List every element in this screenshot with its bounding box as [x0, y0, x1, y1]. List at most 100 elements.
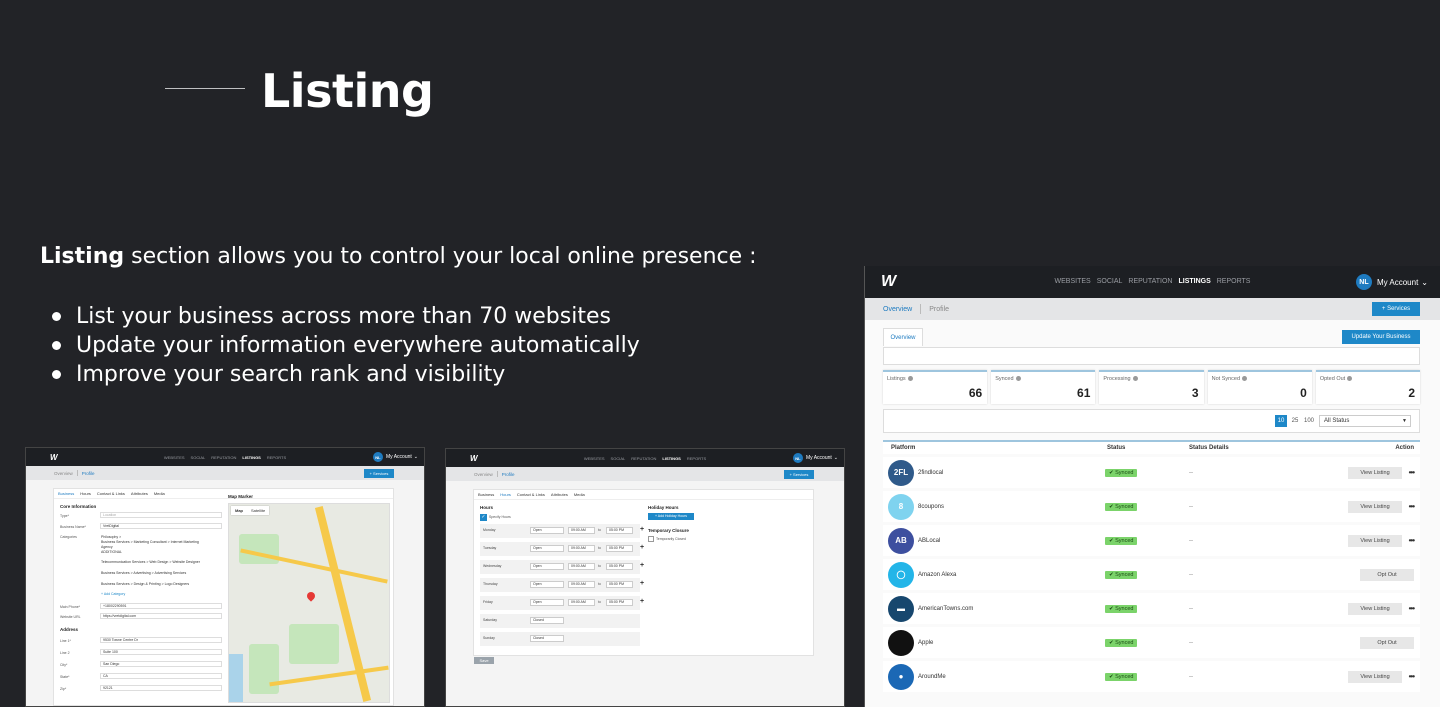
more-options-icon[interactable]: ••• — [1409, 468, 1415, 477]
update-business-button[interactable]: Update Your Business — [1342, 330, 1420, 344]
main-phone-input[interactable]: +18002290591 — [100, 603, 222, 609]
open-time-input[interactable]: 09:00 AM — [568, 527, 595, 534]
subnav-overview[interactable]: Overview — [54, 471, 73, 476]
add-hours-icon[interactable]: + — [640, 544, 644, 551]
tab-business[interactable]: Business — [478, 492, 494, 497]
close-time-input[interactable]: 05:00 PM — [606, 527, 633, 534]
opt-out-button[interactable]: Opt Out — [1360, 568, 1414, 581]
tab-media[interactable]: Media — [154, 491, 165, 496]
open-time-input[interactable]: 09:00 AM — [568, 563, 595, 570]
add-hours-icon[interactable]: + — [640, 580, 644, 587]
subnav-profile[interactable]: Profile — [502, 472, 515, 477]
account-menu[interactable]: NL My Account ⌄ — [1355, 274, 1428, 290]
view-listing-button[interactable]: View Listing — [1348, 534, 1402, 547]
more-options-icon[interactable]: ••• — [1409, 604, 1415, 613]
nav-social[interactable]: SOCIAL — [611, 456, 626, 461]
tab-business[interactable]: Business — [58, 491, 74, 496]
view-listing-button[interactable]: View Listing — [1348, 670, 1402, 683]
business-name-input[interactable]: VretDigital — [100, 523, 222, 529]
nav-websites[interactable]: WEBSITES — [584, 456, 605, 461]
map-view[interactable]: Map Satellite — [228, 503, 390, 703]
map-pin-icon[interactable] — [305, 590, 317, 602]
view-listing-button[interactable]: View Listing — [1348, 466, 1402, 479]
add-hours-icon[interactable]: + — [640, 526, 644, 533]
status-filter-select[interactable]: All Status ▼ — [1319, 415, 1411, 427]
tab-attributes[interactable]: Attributes — [131, 491, 148, 496]
account-menu[interactable]: NL My Account ⌄ — [792, 453, 838, 463]
city-input[interactable]: San Diego — [100, 661, 222, 667]
subnav-overview[interactable]: Overview — [883, 306, 912, 313]
save-button[interactable]: Save — [474, 657, 494, 664]
nav-social[interactable]: SOCIAL — [1097, 278, 1123, 285]
day-state-select[interactable]: Open — [530, 545, 564, 552]
nav-listings[interactable]: LISTINGS — [662, 456, 680, 461]
tab-hours[interactable]: Hours — [80, 491, 91, 496]
more-options-icon[interactable]: ••• — [1409, 502, 1415, 511]
nav-reputation[interactable]: REPUTATION — [1128, 278, 1172, 285]
more-options-icon[interactable]: ••• — [1409, 536, 1415, 545]
day-state-select[interactable]: Closed — [530, 617, 564, 624]
nav-reports[interactable]: REPORTS — [267, 455, 286, 460]
services-button[interactable]: + Services — [364, 468, 394, 478]
nav-reputation[interactable]: REPUTATION — [631, 456, 656, 461]
view-listing-button[interactable]: View Listing — [1348, 602, 1402, 615]
subnav-profile[interactable]: Profile — [82, 471, 95, 476]
satellite-tab[interactable]: Satellite — [247, 506, 269, 515]
add-holiday-button[interactable]: + Add Holiday Hours — [648, 513, 694, 520]
opt-out-button[interactable]: Opt Out — [1360, 636, 1414, 649]
tab-contact-links[interactable]: Contact & Links — [97, 491, 125, 496]
subnav-profile[interactable]: Profile — [929, 306, 949, 313]
day-state-select[interactable]: Open — [530, 527, 564, 534]
nav-reports[interactable]: REPORTS — [1217, 278, 1251, 285]
listings-table: Platform Status Status Details Action 2F… — [883, 440, 1420, 692]
nav-social[interactable]: SOCIAL — [191, 455, 206, 460]
account-menu[interactable]: NL My Account ⌄ — [372, 452, 418, 462]
day-state-select[interactable]: Open — [530, 563, 564, 570]
open-time-input[interactable]: 09:00 AM — [568, 581, 595, 588]
nav-listings[interactable]: LISTINGS — [1178, 278, 1210, 285]
address-line1-input[interactable]: 9530 Towne Centre Dr — [100, 637, 222, 643]
map-tab[interactable]: Map — [231, 506, 247, 515]
specify-hours-checkbox[interactable]: ✓ — [480, 514, 487, 521]
services-button[interactable]: + Services — [1372, 302, 1420, 316]
add-category-link[interactable]: + Add Category — [101, 592, 125, 596]
close-time-input[interactable]: 05:00 PM — [606, 599, 633, 606]
add-hours-icon[interactable]: + — [640, 598, 644, 605]
hours-row-saturday: Saturday Closed — [480, 614, 640, 628]
address-line2-input[interactable]: Suite 100 — [100, 649, 222, 655]
nav-listings[interactable]: LISTINGS — [242, 455, 260, 460]
page-size-100[interactable]: 100 — [1303, 415, 1315, 427]
state-input[interactable]: CA — [100, 673, 222, 679]
services-button[interactable]: + Services — [784, 469, 814, 479]
day-state-select[interactable]: Open — [530, 599, 564, 606]
close-time-input[interactable]: 05:00 PM — [606, 545, 633, 552]
more-options-icon[interactable]: ••• — [1409, 672, 1415, 681]
page-size-10[interactable]: 10 — [1275, 415, 1287, 427]
page-size-25[interactable]: 25 — [1289, 415, 1301, 427]
hours-row-wednesday: Wednesday Open 09:00 AM to 05:00 PM + — [480, 560, 644, 574]
tab-attributes[interactable]: Attributes — [551, 492, 568, 497]
temp-closed-checkbox[interactable] — [648, 536, 654, 542]
day-state-select[interactable]: Closed — [530, 635, 564, 642]
close-time-input[interactable]: 05:00 PM — [606, 581, 633, 588]
open-time-input[interactable]: 09:00 AM — [568, 599, 595, 606]
nav-reports[interactable]: REPORTS — [687, 456, 706, 461]
view-listing-button[interactable]: View Listing — [1348, 500, 1402, 513]
type-select[interactable]: Location — [100, 512, 222, 518]
tab-hours[interactable]: Hours — [500, 492, 511, 497]
zip-input[interactable]: 92121 — [100, 685, 222, 691]
listings-overview-screenshot: W WEBSITES SOCIAL REPUTATION LISTINGS REPORT… — [864, 266, 1440, 707]
day-state-select[interactable]: Open — [530, 581, 564, 588]
website-input[interactable]: https://vretdigital.com — [100, 613, 222, 619]
nav-websites[interactable]: WEBSITES — [164, 455, 185, 460]
add-hours-icon[interactable]: + — [640, 562, 644, 569]
subnav-overview[interactable]: Overview — [474, 472, 493, 477]
tab-contact-links[interactable]: Contact & Links — [517, 492, 545, 497]
tab-overview[interactable]: Overview — [883, 328, 923, 346]
stat-synced: Synced 61 — [991, 370, 1096, 404]
nav-websites[interactable]: WEBSITES — [1055, 278, 1091, 285]
tab-media[interactable]: Media — [574, 492, 585, 497]
nav-reputation[interactable]: REPUTATION — [211, 455, 236, 460]
close-time-input[interactable]: 05:00 PM — [606, 563, 633, 570]
open-time-input[interactable]: 09:00 AM — [568, 545, 595, 552]
